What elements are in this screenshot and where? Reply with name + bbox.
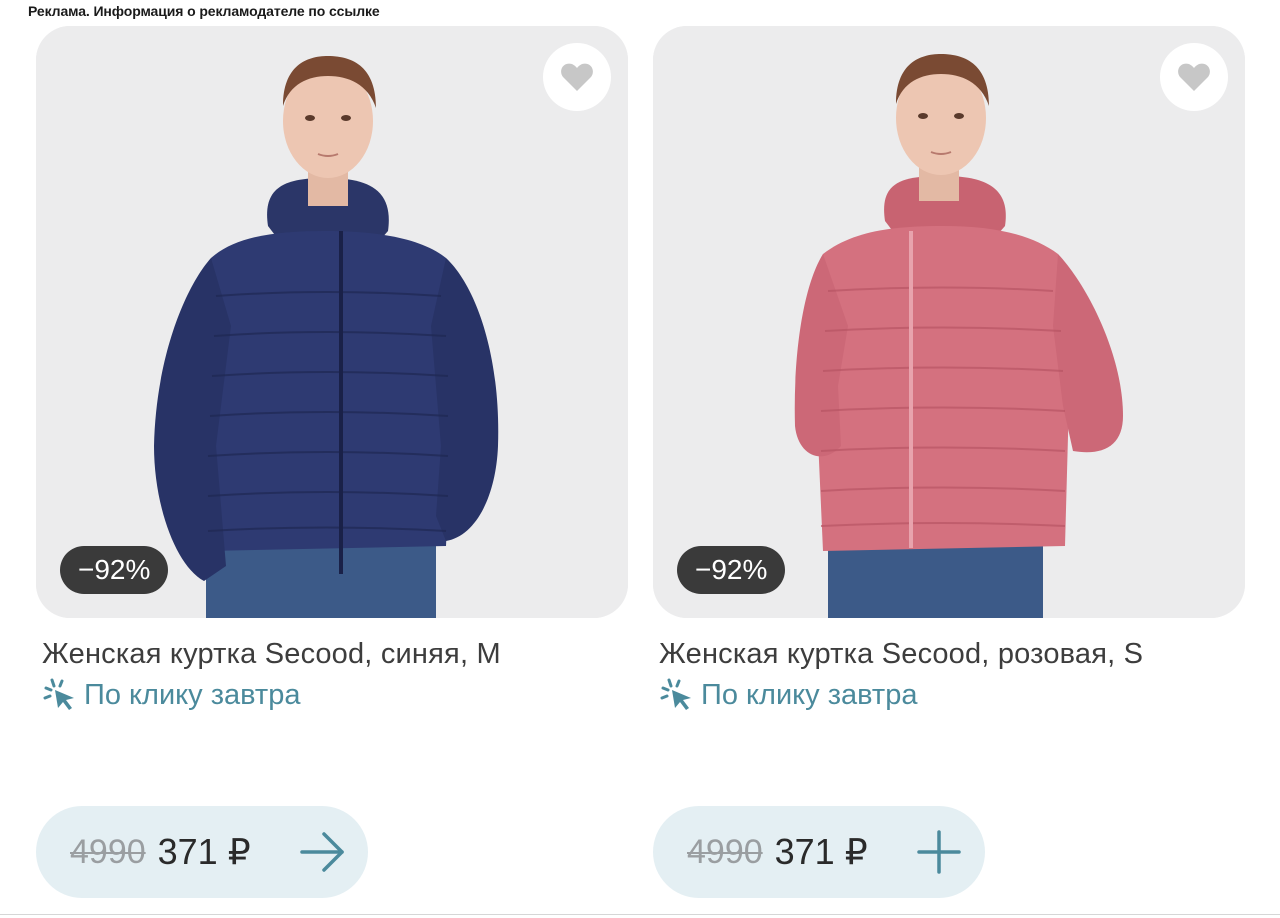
ad-disclaimer-link[interactable]: Реклама. Информация о рекламодателе по с… — [28, 3, 380, 19]
delivery-info: По клику завтра — [659, 678, 917, 712]
sparkle-cursor-icon — [660, 678, 691, 710]
price-button[interactable]: 4990 371 ₽ — [653, 806, 985, 898]
arrow-right-icon[interactable] — [298, 830, 346, 874]
old-price: 4990 — [687, 832, 763, 871]
jacket-model-photo — [653, 26, 1245, 618]
discount-badge: −92% — [60, 546, 169, 594]
product-card[interactable]: −92% Женская куртка Secood, розовая, S П… — [653, 26, 1245, 906]
heart-icon — [1178, 63, 1210, 91]
product-image[interactable]: −92% — [36, 26, 628, 618]
discount-badge: −92% — [677, 546, 786, 594]
favorite-button[interactable] — [543, 43, 611, 111]
current-price: 371 ₽ — [774, 831, 868, 872]
heart-icon — [561, 63, 593, 91]
delivery-label: По клику завтра — [701, 678, 918, 711]
plus-icon[interactable] — [915, 830, 963, 874]
divider — [0, 914, 1280, 915]
delivery-info: По клику завтра — [42, 678, 300, 712]
product-image[interactable]: −92% — [653, 26, 1245, 618]
current-price: 371 ₽ — [157, 831, 251, 872]
delivery-label: По клику завтра — [84, 678, 301, 711]
product-title[interactable]: Женская куртка Secood, синяя, M — [42, 638, 642, 671]
product-card[interactable]: −92% Женская куртка Secood, синяя, M По … — [36, 26, 628, 906]
favorite-button[interactable] — [1160, 43, 1228, 111]
jacket-model-photo — [36, 26, 628, 618]
sparkle-cursor-icon — [43, 678, 74, 710]
price-button[interactable]: 4990 371 ₽ — [36, 806, 368, 898]
old-price: 4990 — [70, 832, 146, 871]
product-title[interactable]: Женская куртка Secood, розовая, S — [659, 638, 1259, 671]
